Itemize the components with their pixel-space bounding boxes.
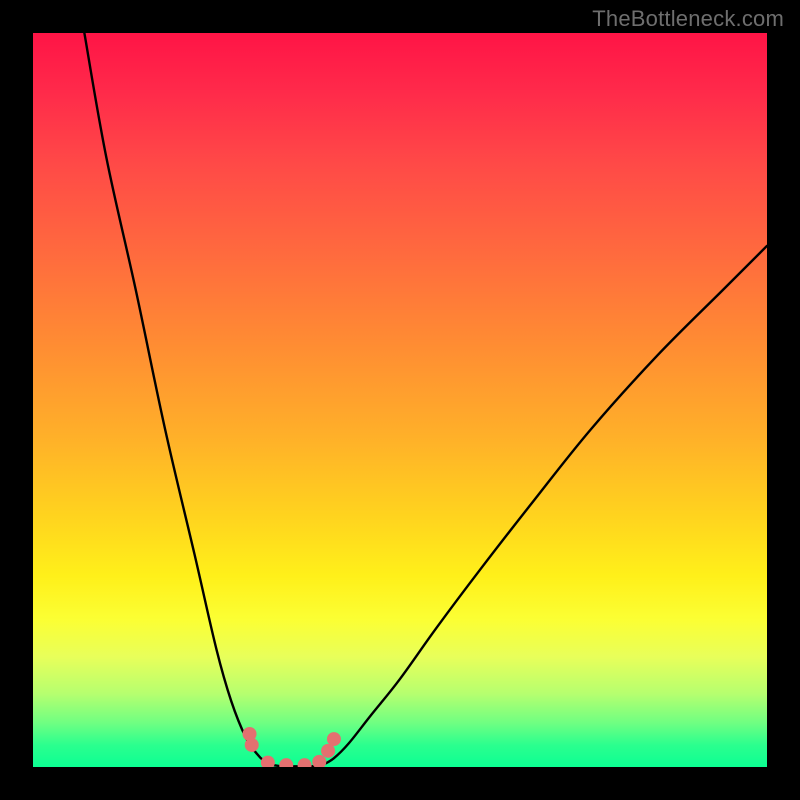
curve-marker <box>261 756 275 767</box>
curve-marker <box>327 732 341 746</box>
plot-area <box>33 33 767 767</box>
bottleneck-curve <box>84 33 767 766</box>
watermark-text: TheBottleneck.com <box>592 6 784 32</box>
curve-marker <box>298 758 312 767</box>
curve-marker <box>312 755 326 767</box>
curve-marker <box>245 738 259 752</box>
curve-markers <box>243 727 341 767</box>
curve-marker <box>279 758 293 767</box>
chart-svg <box>33 33 767 767</box>
